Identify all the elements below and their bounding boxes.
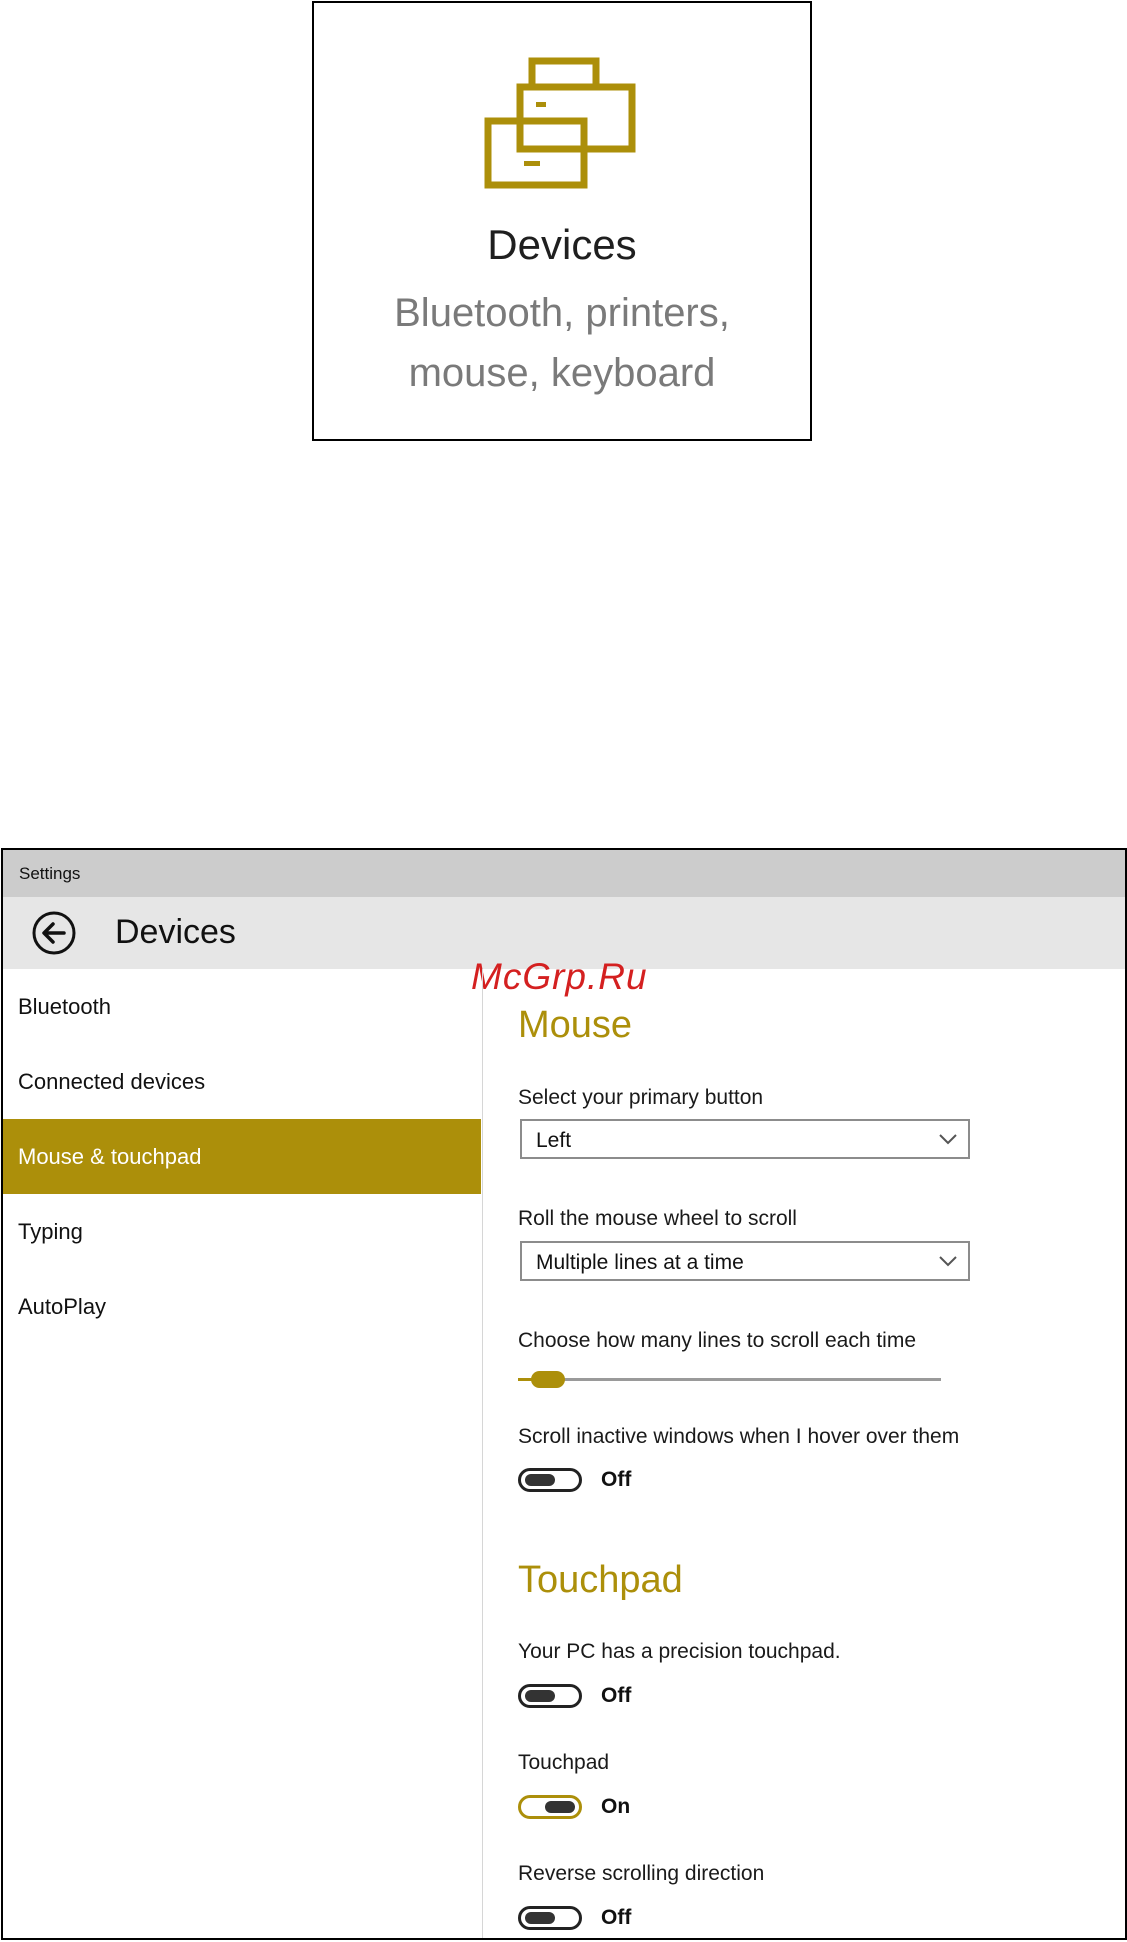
tile-title: Devices <box>487 221 637 268</box>
sidebar: Bluetooth Connected devices Mouse & touc… <box>3 969 481 1938</box>
page-title: Devices <box>115 913 236 951</box>
touchpad-toggle[interactable] <box>518 1795 582 1819</box>
wheel-scroll-dropdown[interactable]: Multiple lines at a time <box>520 1241 970 1281</box>
sidebar-item-bluetooth[interactable]: Bluetooth <box>3 969 481 1044</box>
tile-description-line: Bluetooth, printers, <box>394 291 730 335</box>
inactive-scroll-toggle[interactable] <box>518 1468 582 1492</box>
reverse-scroll-state: Off <box>601 1906 632 1929</box>
toggle-knob <box>545 1801 575 1813</box>
wheel-scroll-value: Multiple lines at a time <box>536 1251 744 1274</box>
section-title-mouse: Mouse <box>518 1004 633 1046</box>
settings-window: Settings Devices McGrp.Ru Bluetooth Conn… <box>1 848 1127 1940</box>
chevron-down-icon <box>939 1256 957 1267</box>
devices-tile[interactable]: Devices Bluetooth, printers, mouse, keyb… <box>312 1 812 441</box>
tile-description-line: mouse, keyboard <box>408 351 716 395</box>
sidebar-item-connected-devices[interactable]: Connected devices <box>3 1044 481 1119</box>
wheel-scroll-label: Roll the mouse wheel to scroll <box>518 1207 797 1230</box>
toggle-knob <box>525 1474 555 1486</box>
tile-description: Bluetooth, printers, mouse, keyboard <box>314 283 810 403</box>
slider-track <box>518 1378 941 1381</box>
lines-to-scroll-slider[interactable] <box>518 1369 941 1391</box>
toggle-knob <box>525 1690 555 1702</box>
sidebar-item-autoplay[interactable]: AutoPlay <box>3 1269 481 1344</box>
precision-touchpad-toggle[interactable] <box>518 1684 582 1708</box>
toggle-knob <box>525 1912 555 1924</box>
title-bar: Settings <box>3 850 1125 897</box>
inactive-scroll-label: Scroll inactive windows when I hover ove… <box>518 1425 960 1448</box>
sidebar-item-mouse-touchpad[interactable]: Mouse & touchpad <box>3 1119 481 1194</box>
reverse-scroll-toggle[interactable] <box>518 1906 582 1930</box>
chevron-down-icon <box>939 1134 957 1145</box>
lines-to-scroll-label: Choose how many lines to scroll each tim… <box>518 1329 917 1352</box>
touchpad-label: Touchpad <box>518 1751 610 1774</box>
reverse-scroll-label: Reverse scrolling direction <box>518 1862 765 1885</box>
precision-touchpad-label: Your PC has a precision touchpad. <box>518 1640 841 1663</box>
primary-button-value: Left <box>536 1129 572 1152</box>
precision-touchpad-state: Off <box>601 1684 632 1707</box>
slider-thumb[interactable] <box>531 1371 565 1388</box>
primary-button-dropdown[interactable]: Left <box>520 1119 970 1159</box>
window-title: Settings <box>19 864 81 883</box>
back-arrow-icon[interactable] <box>31 910 77 956</box>
main-content: Mouse Select your primary button Left Ro… <box>483 969 1125 1938</box>
inactive-scroll-state: Off <box>601 1468 632 1491</box>
touchpad-state: On <box>601 1795 631 1818</box>
sidebar-item-typing[interactable]: Typing <box>3 1194 481 1269</box>
primary-button-label: Select your primary button <box>518 1086 764 1109</box>
printer-icon <box>484 57 636 189</box>
section-title-touchpad: Touchpad <box>518 1559 683 1601</box>
